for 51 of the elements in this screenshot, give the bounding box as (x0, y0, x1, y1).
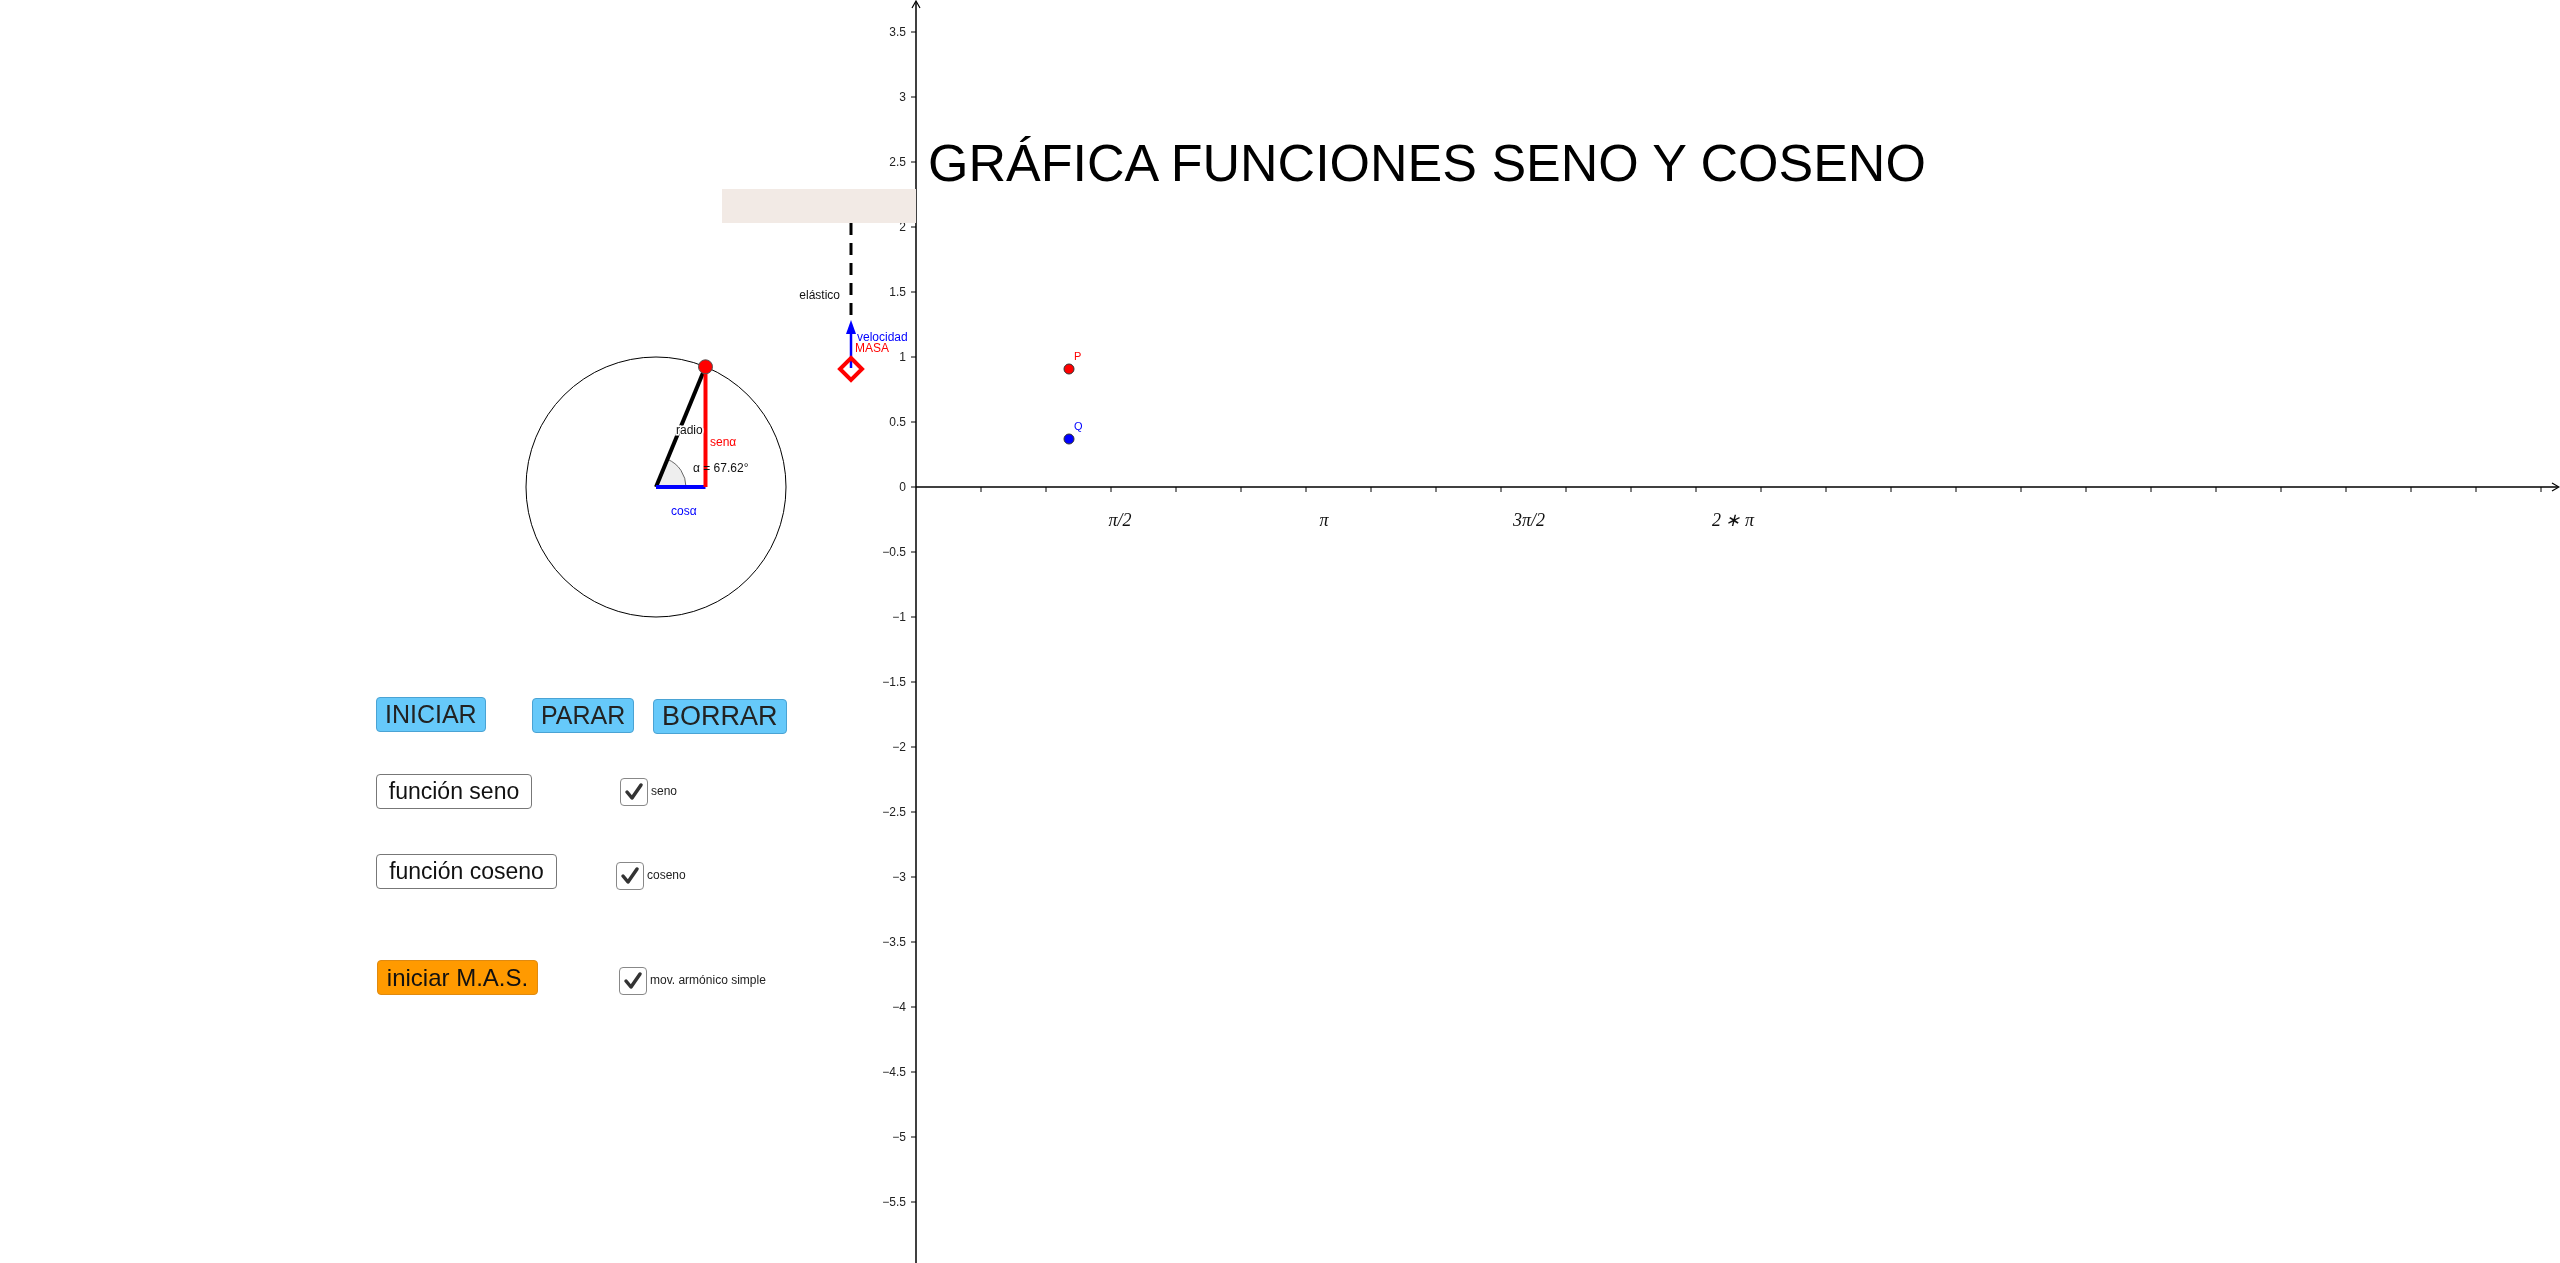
checkbox[interactable] (620, 778, 648, 806)
checkbox-label: mov. armónico simple (650, 973, 766, 987)
tick-label: −3.5 (882, 935, 906, 949)
circle-point (698, 359, 713, 375)
tick-label: 1.5 (889, 285, 906, 299)
velocity-label: velocidad (857, 330, 908, 344)
action-button[interactable]: PARAR (532, 698, 635, 733)
angle-arc (655, 458, 687, 488)
tick-label: −2 (892, 740, 906, 754)
spring-label: elástico (799, 288, 840, 302)
tick-label: 0 (899, 480, 906, 494)
angle-label: α = 67.62° (693, 461, 749, 475)
tick-label: −1 (892, 610, 906, 624)
tick-label: 3.5 (889, 25, 906, 39)
check-icon (620, 866, 640, 886)
mass-marker (837, 355, 865, 383)
tick-label: 0.5 (889, 415, 906, 429)
check-icon (624, 782, 644, 802)
tick-label: −2.5 (882, 805, 906, 819)
tick-label: 3π/2 (1513, 510, 1545, 530)
tick-label: −5.5 (882, 1195, 906, 1209)
checkbox-label: seno (651, 784, 678, 798)
point-label: P (1074, 350, 1082, 362)
cosine-segment (656, 485, 706, 489)
tick-label: −5 (892, 1130, 906, 1144)
tick-label: −4.5 (882, 1065, 906, 1079)
sine-label: senα (710, 435, 737, 449)
cosine-label: cosα (671, 504, 697, 518)
mass-label: MASA (855, 341, 889, 355)
graph-title: GRÁFICA FUNCIONES SENO Y COSENO (928, 134, 1926, 192)
check-icon (623, 971, 643, 991)
tick-label: π/2 (1108, 510, 1132, 530)
tick-label: 1 (899, 350, 906, 364)
velocity-vector (846, 320, 856, 368)
tick-label: −3 (892, 870, 906, 884)
action-button[interactable]: BORRAR (653, 699, 787, 734)
checkbox-label: coseno (647, 868, 686, 882)
tick-label: π (1319, 510, 1329, 530)
tick-label: −1.5 (882, 675, 906, 689)
tick-label: −0.5 (882, 545, 906, 559)
tick-label: −4 (892, 1000, 906, 1014)
tick-label: 2 ∗ π (1712, 510, 1754, 530)
action-button[interactable]: INICIAR (376, 697, 486, 732)
tick-label: 2.5 (889, 155, 906, 169)
action-button[interactable]: función coseno (376, 854, 557, 889)
checkbox[interactable] (619, 967, 647, 995)
action-button[interactable]: función seno (376, 774, 532, 809)
tick-label: 3 (899, 90, 906, 104)
checkbox[interactable] (616, 862, 644, 890)
point-label: Q (1074, 420, 1083, 432)
action-button[interactable]: iniciar M.A.S. (377, 960, 538, 995)
